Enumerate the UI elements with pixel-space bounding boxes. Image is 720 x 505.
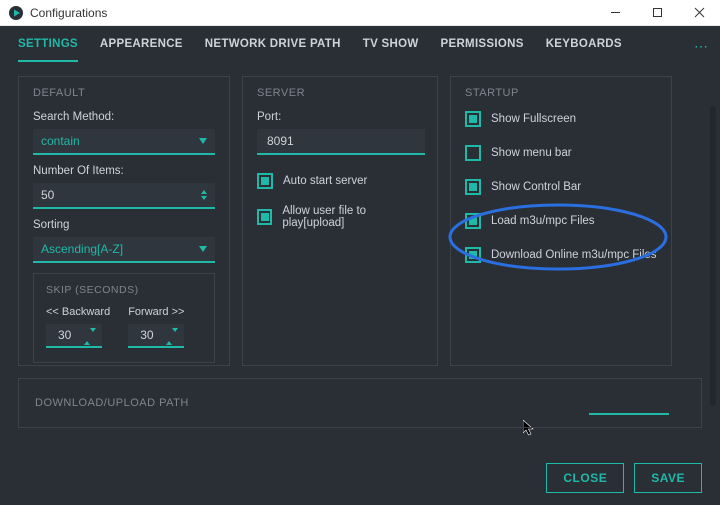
download-m3u-checkbox[interactable] [465,247,481,263]
tab-keyboards[interactable]: KEYBOARDS [546,38,622,62]
load-m3u-checkbox[interactable] [465,213,481,229]
sorting-select[interactable]: Ascending[A-Z] [33,237,215,263]
download-m3u-label: Download Online m3u/mpc Files [491,249,657,261]
auto-start-server-label: Auto start server [283,175,367,187]
num-items-label: Number Of Items: [33,165,215,177]
num-items-stepper[interactable]: 50 [33,183,215,209]
chevron-down-icon [199,138,207,144]
panel-server-title: SERVER [257,87,423,99]
tab-settings[interactable]: SETTINGS [18,38,78,62]
port-value: 8091 [267,134,294,148]
close-button[interactable]: CLOSE [546,463,624,493]
tab-appearance[interactable]: APPEARENCE [100,38,183,62]
tabs-overflow-icon[interactable]: ⋯ [694,26,720,55]
app-icon [8,5,24,21]
sorting-value: Ascending[A-Z] [41,242,123,256]
skip-backward-stepper[interactable]: 30 [46,324,102,348]
show-fullscreen-label: Show Fullscreen [491,113,576,125]
stepper-arrows[interactable] [166,326,178,344]
skip-backward-label: << Backward [46,306,110,318]
panel-default-title: DEFAULT [33,87,215,99]
port-input[interactable]: 8091 [257,129,425,155]
skip-backward-value: 30 [52,328,71,342]
skip-forward-label: Forward >> [128,306,184,318]
show-controlbar-label: Show Control Bar [491,181,581,193]
tab-tvshow[interactable]: TV SHOW [363,38,419,62]
tab-network[interactable]: NETWORK DRIVE PATH [205,38,341,62]
minimize-button[interactable] [594,0,636,26]
allow-user-file-label: Allow user file to play[upload] [282,205,423,229]
show-controlbar-checkbox[interactable] [465,179,481,195]
auto-start-server-checkbox[interactable] [257,173,273,189]
skip-forward-value: 30 [134,328,153,342]
save-button[interactable]: SAVE [634,463,702,493]
show-fullscreen-checkbox[interactable] [465,111,481,127]
skip-seconds-group: SKIP (SECONDS) << Backward 30 Forward >> [33,273,215,363]
titlebar: Configurations [0,0,720,26]
port-label: Port: [257,111,423,123]
search-method-label: Search Method: [33,111,215,123]
panel-startup-title: STARTUP [465,87,657,99]
show-menubar-label: Show menu bar [491,147,572,159]
stepper-arrows[interactable] [201,190,207,200]
panel-default: DEFAULT Search Method: contain Number Of… [18,76,230,366]
window-title: Configurations [30,6,107,20]
load-m3u-label: Load m3u/mpc Files [491,215,595,227]
tab-permissions[interactable]: PERMISSIONS [441,38,524,62]
search-method-select[interactable]: contain [33,129,215,155]
panel-download-upload-path: DOWNLOAD/UPLOAD PATH [18,378,702,428]
tab-bar: SETTINGS APPEARENCE NETWORK DRIVE PATH T… [0,26,640,62]
search-method-value: contain [41,134,80,148]
num-items-value: 50 [41,188,54,202]
panel-server: SERVER Port: 8091 Auto start server Allo… [242,76,438,366]
vertical-scrollbar[interactable] [710,106,716,406]
show-menubar-checkbox[interactable] [465,145,481,161]
panel-startup: STARTUP Show Fullscreen Show menu bar Sh… [450,76,672,366]
skip-heading: SKIP (SECONDS) [46,284,202,296]
chevron-down-icon [199,246,207,252]
skip-forward-stepper[interactable]: 30 [128,324,184,348]
stepper-arrows[interactable] [84,326,96,344]
allow-user-file-checkbox[interactable] [257,209,272,225]
sorting-label: Sorting [33,219,215,231]
annotation-circle [445,199,675,279]
download-upload-path-title: DOWNLOAD/UPLOAD PATH [35,397,189,409]
download-path-input[interactable] [589,413,669,415]
maximize-button[interactable] [636,0,678,26]
close-window-button[interactable] [678,0,720,26]
